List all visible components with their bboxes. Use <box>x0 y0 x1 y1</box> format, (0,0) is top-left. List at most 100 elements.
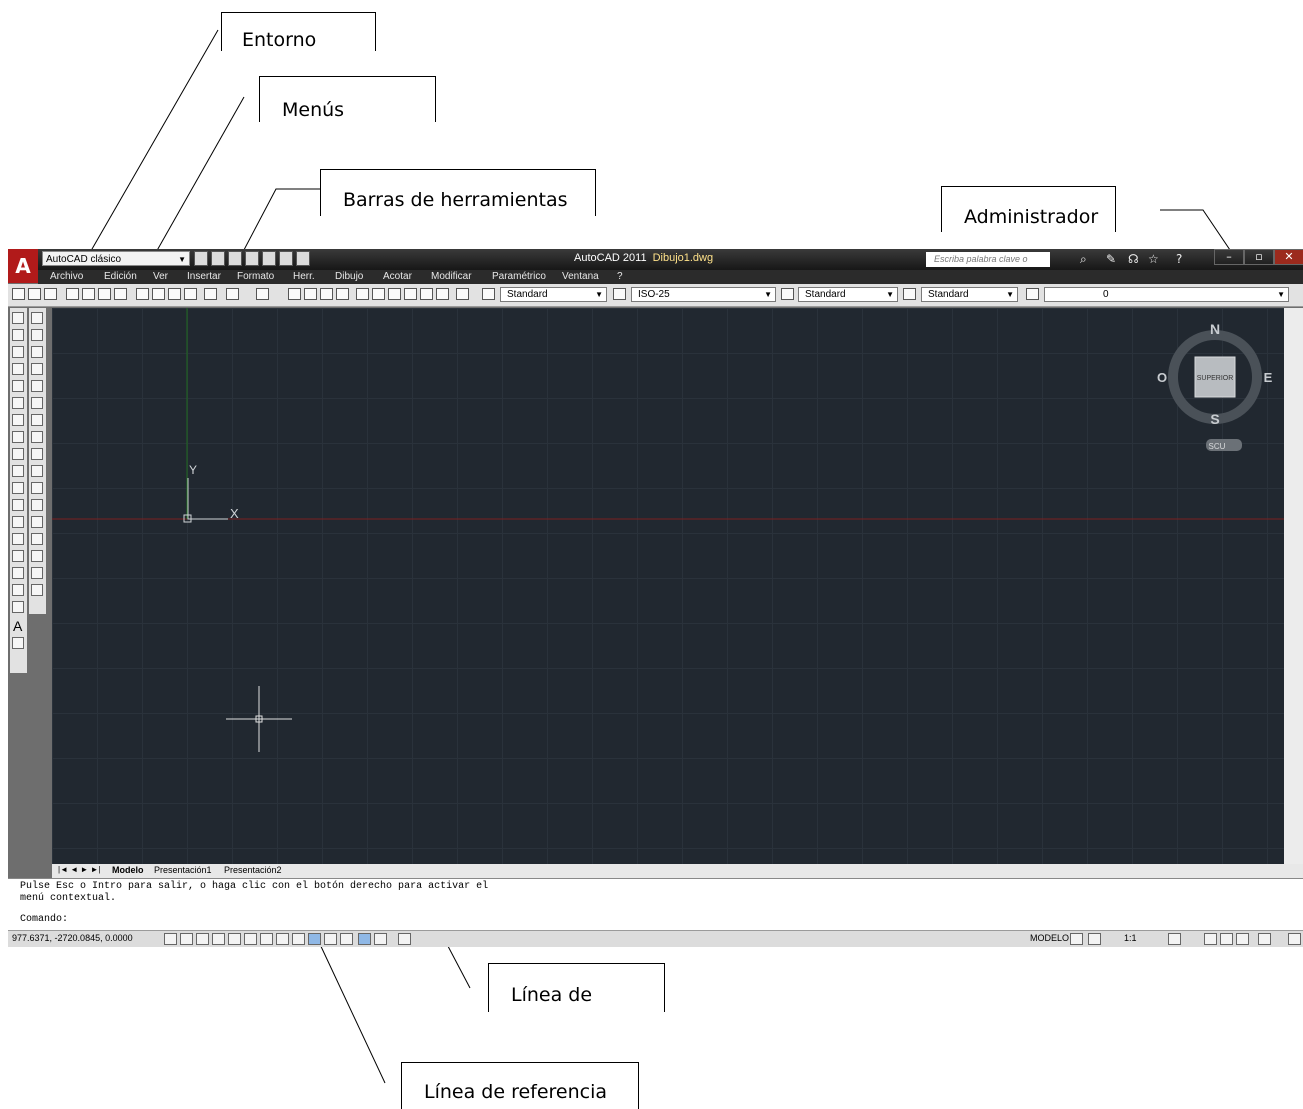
line-icon[interactable] <box>12 312 24 324</box>
menu-herr[interactable]: Herr. <box>293 271 315 282</box>
maximize-button[interactable]: ▫ <box>1244 249 1274 265</box>
viewcube-south[interactable]: S <box>1210 411 1219 427</box>
mleader-style-dropdown[interactable]: Standard ▼ <box>921 287 1018 302</box>
redo-toolbar-icon[interactable] <box>256 288 269 300</box>
workspace-dropdown[interactable]: AutoCAD clásico ▼ <box>42 251 190 266</box>
dim-style-icon[interactable] <box>613 288 626 300</box>
help-icon[interactable]: ? <box>1176 252 1182 267</box>
favorites-star-icon[interactable]: ☆ <box>1148 252 1159 267</box>
multiline-text-icon[interactable]: A <box>13 618 22 634</box>
menu-parametrico[interactable]: Paramétrico <box>492 271 546 282</box>
menu-help[interactable]: ? <box>617 271 623 282</box>
lock-icon[interactable] <box>1220 933 1233 945</box>
isolate-objects-icon[interactable] <box>1258 933 1271 945</box>
zoom-realtime-icon[interactable] <box>304 288 317 300</box>
dim-style-dropdown[interactable]: ISO-25 ▼ <box>631 287 776 302</box>
snap-mode-icon[interactable] <box>180 933 193 945</box>
search-input[interactable]: Escriba palabra clave o frase <box>926 252 1050 279</box>
clean-screen-icon[interactable] <box>1288 933 1301 945</box>
help-toolbar-icon[interactable] <box>456 288 469 300</box>
preview-icon[interactable] <box>82 288 95 300</box>
menu-dibujo[interactable]: Dibujo <box>335 271 363 282</box>
paste-icon[interactable] <box>168 288 181 300</box>
lineweight-icon[interactable] <box>324 933 337 945</box>
new-file-icon[interactable] <box>194 251 208 266</box>
selection-cycling-icon[interactable] <box>374 933 387 945</box>
trim-icon[interactable] <box>31 465 43 477</box>
revision-cloud-icon[interactable] <box>12 431 24 443</box>
new-icon[interactable] <box>12 288 25 300</box>
object-snap-tracking-icon[interactable] <box>276 933 289 945</box>
ellipse-arc-icon[interactable] <box>12 482 24 494</box>
move-icon[interactable] <box>31 397 43 409</box>
open-file-icon[interactable] <box>211 251 225 266</box>
dynamic-input-icon[interactable] <box>308 933 321 945</box>
menu-acotar[interactable]: Acotar <box>383 271 412 282</box>
hardware-acceleration-icon[interactable] <box>1236 933 1249 945</box>
communication-center-icon[interactable]: ✎ <box>1106 252 1116 267</box>
viewcube-north[interactable]: N <box>1210 321 1220 337</box>
command-prompt[interactable]: Comando: <box>20 914 68 925</box>
tab-nav-arrows-icon[interactable]: |◄ ◄ ► ►| <box>58 865 101 874</box>
menu-archivo[interactable]: Archivo <box>50 271 83 282</box>
subscription-icon[interactable]: ☊ <box>1128 252 1139 267</box>
gradient-icon[interactable] <box>12 567 24 579</box>
model-space-label[interactable]: MODELO <box>1030 933 1069 943</box>
viewcube-east[interactable]: E <box>1264 370 1273 385</box>
redo-icon[interactable] <box>279 251 293 266</box>
offset-icon[interactable] <box>31 363 43 375</box>
construction-line-icon[interactable] <box>12 329 24 341</box>
close-button[interactable]: ✕ <box>1274 249 1303 265</box>
text-style-icon[interactable] <box>482 288 495 300</box>
infer-constraints-icon[interactable] <box>164 933 177 945</box>
region-icon[interactable] <box>12 584 24 596</box>
sheet-set-icon[interactable] <box>404 288 417 300</box>
zoom-window-icon[interactable] <box>320 288 333 300</box>
quick-properties-icon[interactable] <box>358 933 371 945</box>
copy-object-icon[interactable] <box>31 329 43 341</box>
save-as-icon[interactable] <box>245 251 259 266</box>
annotation-scale[interactable]: 1:1 <box>1124 933 1137 943</box>
viewcube-west[interactable]: O <box>1157 370 1167 385</box>
point-icon[interactable] <box>12 533 24 545</box>
dynamic-ucs-icon[interactable] <box>292 933 305 945</box>
rectangle-icon[interactable] <box>12 380 24 392</box>
menu-formato[interactable]: Formato <box>237 271 274 282</box>
quick-view-drawings-icon[interactable] <box>1088 933 1101 945</box>
save-toolbar-icon[interactable] <box>44 288 57 300</box>
plot-icon[interactable] <box>296 251 310 266</box>
markup-icon[interactable] <box>420 288 433 300</box>
explode-icon[interactable] <box>31 584 43 596</box>
match-properties-icon[interactable] <box>184 288 197 300</box>
tab-presentacion2[interactable]: Presentación2 <box>224 865 282 875</box>
join-icon[interactable] <box>31 533 43 545</box>
hatch-icon[interactable] <box>12 550 24 562</box>
minimize-button[interactable]: – <box>1214 249 1244 265</box>
menu-ventana[interactable]: Ventana <box>562 271 599 282</box>
annotation-visibility-icon[interactable] <box>1168 933 1181 945</box>
layer-properties-icon[interactable] <box>1026 288 1039 300</box>
tab-presentacion1[interactable]: Presentación1 <box>154 865 212 875</box>
mirror-icon[interactable] <box>31 346 43 358</box>
menu-ver[interactable]: Ver <box>153 271 168 282</box>
add-selected-icon[interactable] <box>12 637 24 649</box>
save-icon[interactable] <box>228 251 242 266</box>
block-editor-icon[interactable] <box>204 288 217 300</box>
quick-view-layouts-icon[interactable] <box>1070 933 1083 945</box>
zoom-previous-icon[interactable] <box>336 288 349 300</box>
design-center-icon[interactable] <box>372 288 385 300</box>
break-at-point-icon[interactable] <box>31 499 43 511</box>
rotate-icon[interactable] <box>31 414 43 426</box>
scale-icon[interactable] <box>31 431 43 443</box>
spline-icon[interactable] <box>12 448 24 460</box>
mleader-style-icon[interactable] <box>903 288 916 300</box>
insert-block-icon[interactable] <box>12 499 24 511</box>
make-block-icon[interactable] <box>12 516 24 528</box>
binoculars-icon[interactable]: ⌕ <box>1080 252 1087 267</box>
table-style-dropdown[interactable]: Standard ▼ <box>798 287 898 302</box>
pan-icon[interactable] <box>288 288 301 300</box>
workspace-switch-icon[interactable] <box>1204 933 1217 945</box>
erase-icon[interactable] <box>31 312 43 324</box>
print-icon[interactable] <box>66 288 79 300</box>
menu-modificar[interactable]: Modificar <box>431 271 472 282</box>
